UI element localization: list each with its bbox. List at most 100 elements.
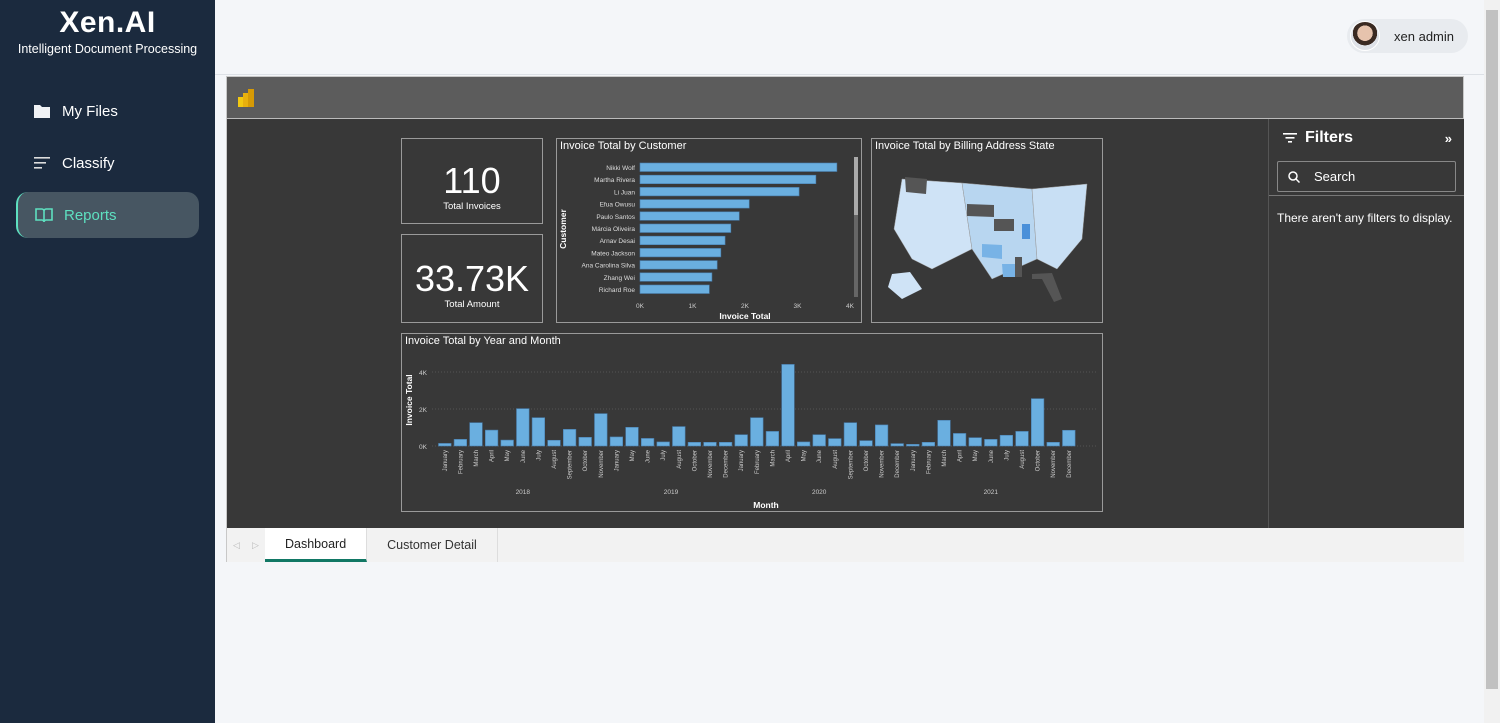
sidebar-item-label: My Files	[62, 102, 118, 120]
customer-bar	[639, 162, 838, 172]
customer-bar	[639, 248, 722, 258]
year-label: 2019	[664, 489, 679, 496]
month-label: July	[536, 450, 542, 461]
map-state-iowa	[994, 219, 1014, 231]
month-bar	[921, 442, 935, 447]
report-page-tabs: ◁ ▷ Dashboard Customer Detail	[227, 528, 1464, 562]
month-label: April	[958, 450, 964, 462]
month-label: May	[802, 450, 808, 461]
month-label: November	[708, 450, 714, 478]
x-tick-label: 4K	[846, 303, 855, 310]
app-title: Xen.AI	[59, 6, 156, 39]
year-label: 2021	[984, 489, 999, 496]
month-label: July	[1004, 450, 1010, 461]
sidebar-item-label: Classify	[62, 154, 115, 172]
map-alaska	[888, 272, 922, 299]
state-map[interactable]: Invoice Total by Billing Address State	[871, 138, 1103, 323]
app-subtitle: Intelligent Document Processing	[17, 42, 198, 56]
topbar: xen admin	[215, 0, 1484, 75]
sidebar-item-my-files[interactable]: My Files	[16, 88, 199, 134]
chart-title: Invoice Total by Billing Address State	[875, 140, 1055, 152]
month-label: February	[755, 450, 761, 474]
month-bar	[718, 442, 733, 447]
customer-label: Ana Carolina Silva	[582, 263, 636, 270]
chart-title: Invoice Total by Year and Month	[405, 335, 561, 347]
filters-title: Filters	[1305, 129, 1354, 146]
month-label: August	[833, 450, 839, 469]
total-invoices-card[interactable]: 110 Total Invoices	[401, 138, 543, 224]
month-bar	[469, 422, 483, 447]
page-scrollbar[interactable]	[1484, 0, 1500, 723]
next-page-icon[interactable]: ▷	[252, 540, 259, 551]
sidebar-item-label: Reports	[64, 206, 117, 224]
customer-label: Nikki Wolf	[606, 165, 635, 172]
scrollbar-thumb	[854, 157, 858, 215]
month-bar	[625, 427, 639, 447]
month-label: October	[1036, 450, 1042, 471]
month-label: June	[989, 449, 995, 463]
x-tick-label: 2K	[741, 303, 750, 310]
month-label: October	[864, 450, 870, 471]
month-chart[interactable]: Invoice Total by Year and Month 0K 2K 4K Ja…	[401, 333, 1103, 512]
book-icon	[34, 205, 54, 225]
month-bar	[438, 443, 452, 447]
month-bar	[781, 364, 795, 447]
tab-dashboard[interactable]: Dashboard	[265, 528, 368, 562]
month-bar	[703, 442, 717, 447]
month-bar	[563, 429, 577, 447]
map-state-washington	[905, 177, 927, 194]
collapse-chevron-icon[interactable]: »	[1445, 131, 1452, 146]
x-axis-label: Invoice Total	[719, 311, 770, 321]
sidebar-item-reports[interactable]: Reports	[16, 192, 199, 238]
customer-bar	[639, 235, 726, 245]
month-bar	[500, 439, 514, 447]
tab-nav-arrows: ◁ ▷	[227, 528, 265, 562]
x-tick-label: 3K	[794, 303, 803, 310]
prev-page-icon[interactable]: ◁	[233, 540, 240, 551]
avatar	[1350, 21, 1381, 51]
x-axis-label: Month	[753, 500, 779, 510]
search-icon	[1288, 170, 1300, 183]
month-label: August	[1020, 450, 1026, 469]
month-bar-chart: 0K 2K 4K January February March April May June Ju…	[404, 364, 1097, 510]
filters-search-input[interactable]: Search	[1277, 161, 1456, 192]
month-bar	[1015, 431, 1029, 447]
month-bar	[594, 413, 608, 447]
month-label: May	[505, 450, 511, 461]
total-amount-card[interactable]: 33.73K Total Amount	[401, 234, 543, 323]
user-name: xen admin	[1394, 28, 1454, 44]
x-tick-label: 0K	[636, 303, 645, 310]
scrollbar-thumb[interactable]	[1486, 10, 1498, 689]
customer-bar	[639, 174, 817, 185]
card-label: Total Amount	[444, 299, 500, 310]
month-bar	[656, 441, 670, 447]
sidebar-item-classify[interactable]: Classify	[16, 140, 199, 186]
month-bar	[531, 417, 546, 447]
month-bar	[578, 437, 592, 447]
customer-bar	[639, 199, 750, 209]
map-state-oklahoma	[982, 244, 1002, 259]
map-state-louisiana	[1002, 264, 1017, 277]
filter-icon	[1283, 133, 1297, 143]
customer-label: Paulo Santos	[596, 214, 635, 221]
customer-bar	[639, 187, 800, 197]
customer-chart[interactable]: Invoice Total by Customer Nikki Wolf Mart…	[556, 138, 862, 323]
y-tick-label: 4K	[419, 370, 428, 377]
customer-bar	[639, 272, 713, 282]
folder-icon	[32, 101, 52, 121]
month-label: May	[630, 450, 636, 461]
month-label: December	[1067, 450, 1073, 478]
powerbi-embed: 110 Total Invoices 33.73K Total Amount I…	[226, 76, 1464, 562]
tab-customer-detail[interactable]: Customer Detail	[367, 528, 498, 562]
map-state-indiana	[1022, 224, 1030, 239]
report-canvas: 110 Total Invoices 33.73K Total Amount I…	[227, 119, 1268, 528]
map-region-west	[893, 178, 973, 270]
month-bar	[1046, 442, 1060, 447]
month-label: August	[552, 450, 558, 469]
month-label: February	[458, 450, 464, 474]
month-label: March	[942, 450, 948, 467]
filters-header: Filters »	[1269, 119, 1464, 157]
month-label: April	[786, 450, 792, 462]
user-menu[interactable]: xen admin	[1347, 19, 1468, 53]
search-placeholder: Search	[1314, 169, 1356, 184]
